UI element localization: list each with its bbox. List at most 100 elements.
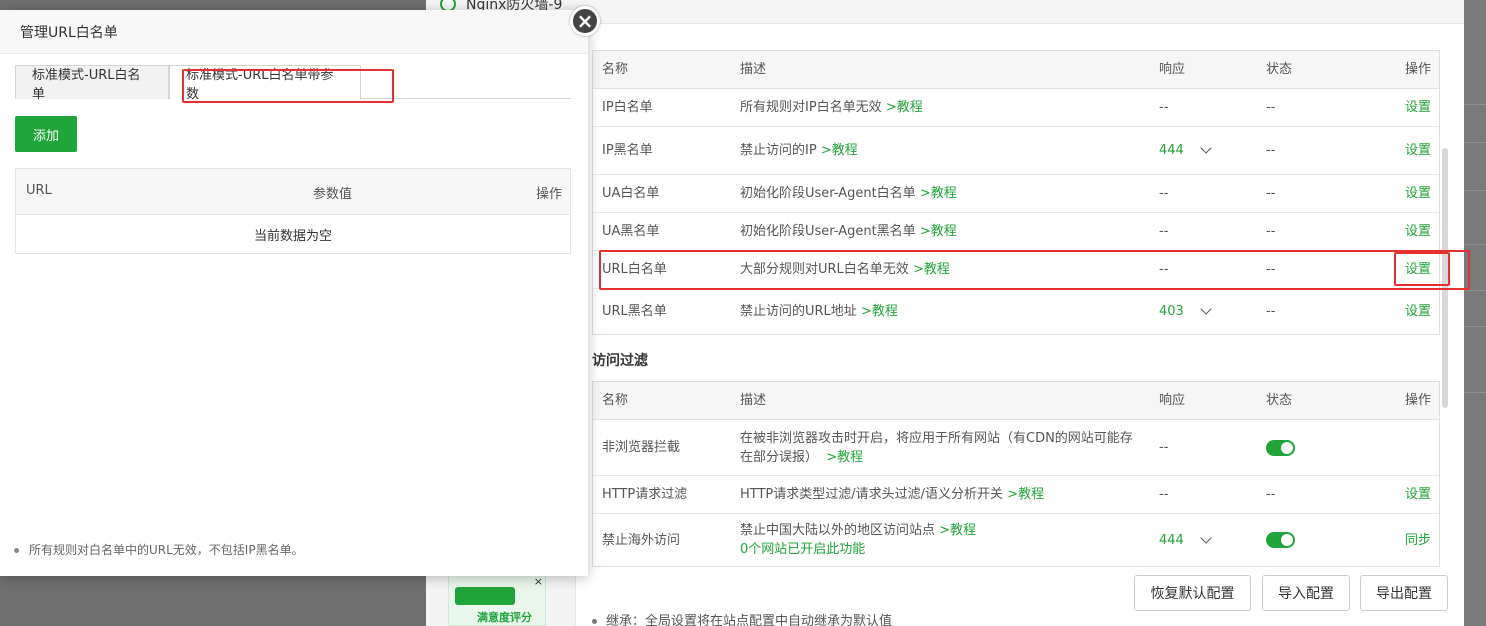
rule-desc-text: 禁止中国大陆以外的地区访问站点 xyxy=(740,523,936,538)
url-whitelist-settings-link[interactable]: 设置 xyxy=(1371,251,1431,288)
response-select[interactable]: 403 xyxy=(1159,289,1249,334)
tab-standard-url-whitelist-params[interactable]: 标准模式-URL白名单带参数 xyxy=(169,65,361,102)
settings-link[interactable]: 设置 xyxy=(1371,127,1431,174)
rule-name: IP黑名单 xyxy=(602,143,653,158)
rule-desc: 在被非浏览器攻击时开启，将应用于所有网站（有CDN的网站可能存 在部分误报） >… xyxy=(740,420,1150,475)
status-toggle[interactable] xyxy=(1266,532,1295,548)
rule-desc-text: 初始化阶段User-Agent白名单 xyxy=(740,186,916,201)
bullet xyxy=(592,619,597,624)
header-state: 状态 xyxy=(1266,62,1293,77)
table-row: UA黑名单 初始化阶段User-Agent黑名单 >教程 -- -- 设置 xyxy=(593,213,1439,251)
tutorial-link[interactable]: >教程 xyxy=(939,523,976,538)
divider xyxy=(1464,392,1486,393)
rule-name: URL黑名单 xyxy=(602,304,667,319)
export-config-button[interactable]: 导出配置 xyxy=(1360,575,1448,611)
scrollbar[interactable] xyxy=(1442,148,1448,408)
divider xyxy=(1464,142,1486,143)
tutorial-link[interactable]: >教程 xyxy=(1007,485,1044,504)
rule-resp: -- xyxy=(1159,262,1169,277)
header-op: 操作 xyxy=(1404,393,1431,408)
rule-desc: HTTP请求类型过滤/请求头过滤/语义分析开关 >教程 xyxy=(740,476,1150,513)
promo-graphic xyxy=(455,587,515,605)
satisfaction-promo[interactable]: × 满意度评分 xyxy=(448,574,546,626)
add-button[interactable]: 添加 xyxy=(15,116,77,152)
access-filter-table: 名称 描述 响应 状态 操作 非浏览器拦截 在被非浏览器攻击时开启，将应用于所有… xyxy=(592,381,1440,567)
import-config-button[interactable]: 导入配置 xyxy=(1262,575,1350,611)
settings-link[interactable]: 设置 xyxy=(1371,213,1431,250)
rule-state: -- xyxy=(1266,262,1276,277)
table-row: UA白名单 初始化阶段User-Agent白名单 >教程 -- -- 设置 xyxy=(593,175,1439,213)
rule-state: -- xyxy=(1266,143,1276,158)
rule-name: UA白名单 xyxy=(602,186,660,201)
table-row: IP白名单 所有规则对IP白名单无效 >教程 -- -- 设置 xyxy=(593,89,1439,127)
dialog-title: 管理URL白名单 xyxy=(0,10,588,54)
rule-desc: 初始化阶段User-Agent黑名单 >教程 xyxy=(740,213,1150,250)
rule-state: -- xyxy=(1266,100,1276,115)
dialog-note: 所有规则对白名单中的URL无效，不包括IP黑名单。 xyxy=(14,541,304,558)
promo-label: 满意度评分 xyxy=(477,611,532,624)
rule-desc: 禁止中国大陆以外的地区访问站点 >教程 0个网站已开启此功能 xyxy=(740,514,1150,566)
tutorial-link[interactable]: >教程 xyxy=(913,260,950,279)
enabled-sites-count: 0个网站已开启此功能 xyxy=(740,542,866,557)
table-row: 非浏览器拦截 在被非浏览器攻击时开启，将应用于所有网站（有CDN的网站可能存 在… xyxy=(593,420,1439,476)
settings-link[interactable]: 设置 xyxy=(1371,89,1431,126)
rule-resp: -- xyxy=(1159,487,1169,502)
rule-desc-line2: 在部分误报） xyxy=(740,449,819,465)
settings-link[interactable]: 设置 xyxy=(1371,476,1431,513)
table-header: 名称 描述 响应 状态 操作 xyxy=(593,51,1439,89)
close-icon[interactable]: × xyxy=(570,6,600,36)
header-op: 操作 xyxy=(535,187,562,202)
chevron-down-icon xyxy=(1200,531,1212,544)
table-row: URL黑名单 禁止访问的URL地址 >教程 403 -- 设置 xyxy=(593,289,1439,334)
settings-link[interactable]: 设置 xyxy=(1371,175,1431,212)
divider xyxy=(1464,290,1486,291)
sync-link[interactable]: 同步 xyxy=(1371,514,1431,566)
response-code: 444 xyxy=(1159,143,1184,158)
header-op: 操作 xyxy=(1404,62,1431,77)
header-name: 名称 xyxy=(602,393,629,408)
rule-desc-text: 禁止访问的URL地址 xyxy=(740,304,857,319)
tutorial-link[interactable]: >教程 xyxy=(821,141,858,160)
rule-name: URL白名单 xyxy=(602,262,667,277)
divider xyxy=(1464,326,1486,327)
table-row: HTTP请求过滤 HTTP请求类型过滤/请求头过滤/语义分析开关 >教程 -- … xyxy=(593,476,1439,514)
response-code: 444 xyxy=(1159,532,1184,548)
response-select[interactable]: 444 xyxy=(1159,127,1249,174)
settings-link[interactable]: 设置 xyxy=(1371,289,1431,334)
rule-desc-text: 所有规则对IP白名单无效 xyxy=(740,100,882,115)
tutorial-link[interactable]: >教程 xyxy=(920,222,957,241)
tutorial-link[interactable]: >教程 xyxy=(920,184,957,203)
rule-state: -- xyxy=(1266,487,1276,502)
rule-desc-line2-wrap: 在部分误报） >教程 xyxy=(740,448,863,467)
header-desc: 描述 xyxy=(740,62,767,77)
section-title: 访问过滤 xyxy=(592,353,648,369)
divider xyxy=(1464,244,1486,245)
url-whitelist-dialog: 管理URL白名单 × 标准模式-URL白名单 标准模式-URL白名单带参数 添加… xyxy=(0,6,600,576)
rule-resp: -- xyxy=(1159,186,1169,201)
status-toggle[interactable] xyxy=(1266,439,1295,456)
restore-default-button[interactable]: 恢复默认配置 xyxy=(1134,575,1251,611)
close-icon[interactable]: × xyxy=(534,575,543,588)
rule-desc-text: 禁止访问的IP xyxy=(740,143,817,158)
inherit-note: 继承：全局设置将在站点配置中自动继承为默认值 xyxy=(592,610,892,626)
header-url: URL xyxy=(26,183,52,198)
header-param: 参数值 xyxy=(313,187,353,202)
header-state: 状态 xyxy=(1266,393,1293,408)
rule-state: -- xyxy=(1266,224,1276,239)
bullet xyxy=(14,548,19,553)
rule-desc: 大部分规则对URL白名单无效 >教程 xyxy=(740,251,1150,288)
header-resp: 响应 xyxy=(1159,62,1186,77)
response-select[interactable]: 444 xyxy=(1159,514,1249,566)
empty-state: 当前数据为空 xyxy=(253,228,332,244)
tutorial-link[interactable]: >教程 xyxy=(886,98,923,117)
rule-name: HTTP请求过滤 xyxy=(602,487,688,502)
tab-standard-url-whitelist[interactable]: 标准模式-URL白名单 xyxy=(15,65,169,102)
tutorial-link[interactable]: >教程 xyxy=(861,302,898,321)
rule-desc-text: 大部分规则对URL白名单无效 xyxy=(740,262,909,277)
tutorial-link[interactable]: >教程 xyxy=(826,450,863,465)
rule-name: IP白名单 xyxy=(602,100,653,115)
table-header: URL 参数值 操作 xyxy=(16,169,570,215)
rule-name: UA黑名单 xyxy=(602,224,660,239)
rule-desc-line1: 在被非浏览器攻击时开启，将应用于所有网站（有CDN的网站可能存 xyxy=(740,430,1133,446)
rule-desc-line1-wrap: 禁止中国大陆以外的地区访问站点 >教程 xyxy=(740,521,976,540)
